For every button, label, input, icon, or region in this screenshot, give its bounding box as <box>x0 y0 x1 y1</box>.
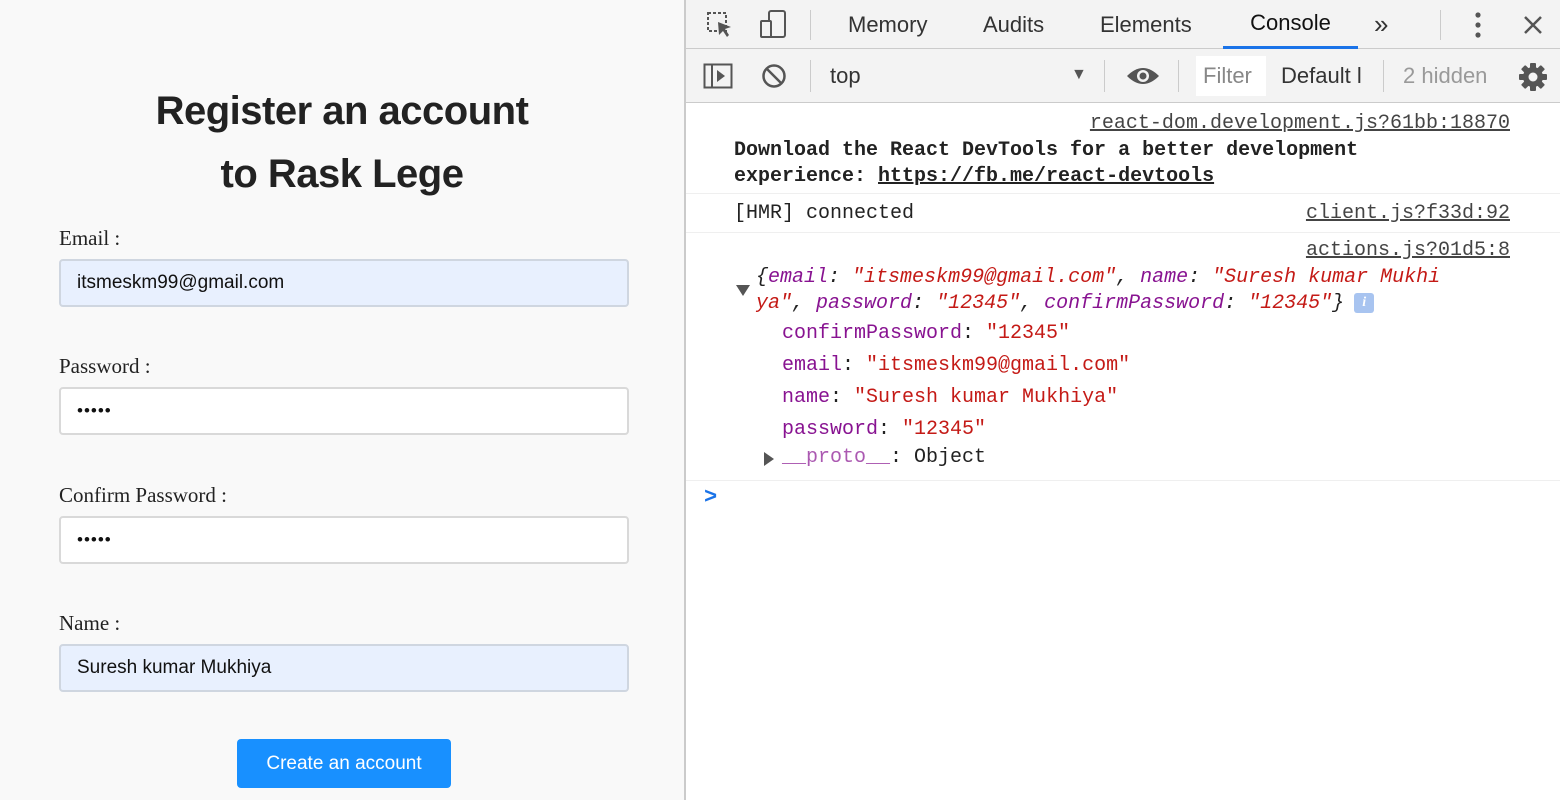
email-label: Email : <box>59 226 121 250</box>
info-icon[interactable]: i <box>1354 292 1375 313</box>
more-tabs-button[interactable]: » <box>1374 0 1388 49</box>
expand-triangle-icon[interactable] <box>764 452 774 466</box>
log-levels-dropdown[interactable]: Default l <box>1281 49 1362 103</box>
object-properties: confirmPassword: "12345" email: "itsmesk… <box>782 318 1130 446</box>
confirm-password-label: Confirm Password : <box>59 483 228 507</box>
message-text: [HMR] connected <box>734 202 915 225</box>
toolbar-separator <box>1104 60 1105 92</box>
property-row: email: "itsmeskm99@gmail.com" <box>782 354 1131 377</box>
console-sidebar-icon[interactable] <box>702 62 734 90</box>
console-message: actions.js?01d5:8 {email: "itsmeskm99@gm… <box>686 233 1560 481</box>
name-label: Name : <box>59 611 121 635</box>
property-row: confirmPassword: "12345" <box>782 322 1071 345</box>
context-selector[interactable]: top <box>830 49 861 103</box>
devtools-tab-bar: Memory Audits Elements Console » <box>686 0 1560 49</box>
console-message: [HMR] connected client.js?f33d:92 <box>686 194 1560 233</box>
device-toolbar-icon[interactable] <box>756 7 790 41</box>
dropdown-arrow-icon[interactable]: ▼ <box>1071 66 1087 84</box>
devtools-panel: Memory Audits Elements Console » top ▼ F… <box>684 0 1560 800</box>
hidden-messages-count: 2 hidden <box>1403 63 1488 88</box>
console-prompt[interactable]: > <box>686 481 1560 521</box>
toolbar-separator <box>810 60 811 92</box>
object-preview[interactable]: {email: "itsmeskm99@gmail.com", name: "S… <box>756 265 1440 317</box>
toolbar-separator <box>1383 60 1384 92</box>
registration-page: Register an account to Rask Lege Email :… <box>0 0 684 800</box>
tab-separator <box>1440 10 1441 40</box>
message-text: Download the React DevTools for a better… <box>734 139 1359 188</box>
proto-row[interactable]: __proto__: Object <box>782 446 986 469</box>
console-message: react-dom.development.js?61bb:18870 Down… <box>686 104 1560 194</box>
property-row: name: "Suresh kumar Mukhiya" <box>782 386 1119 409</box>
collapse-triangle-icon[interactable] <box>736 285 750 296</box>
filter-input[interactable]: Filter <box>1196 56 1266 96</box>
page-title: Register an account to Rask Lege <box>0 80 684 206</box>
tab-audits[interactable]: Audits <box>983 0 1044 49</box>
toolbar-separator <box>1178 60 1179 92</box>
tab-separator <box>810 10 811 40</box>
password-field[interactable]: ••••• <box>59 387 629 435</box>
confirm-password-field[interactable]: ••••• <box>59 516 629 564</box>
console-output: react-dom.development.js?61bb:18870 Down… <box>686 104 1560 521</box>
tab-memory[interactable]: Memory <box>848 0 927 49</box>
password-label: Password : <box>59 354 151 378</box>
source-link[interactable]: client.js?f33d:92 <box>1306 202 1510 225</box>
email-field[interactable]: itsmeskm99@gmail.com <box>59 259 629 307</box>
inspect-element-icon[interactable] <box>704 9 736 41</box>
name-field[interactable]: Suresh kumar Mukhiya <box>59 644 629 692</box>
gear-icon[interactable] <box>1516 60 1550 94</box>
close-icon[interactable] <box>1518 10 1548 40</box>
source-link[interactable]: react-dom.development.js?61bb:18870 <box>1090 112 1510 135</box>
property-row: password: "12345" <box>782 418 987 441</box>
eye-icon[interactable] <box>1126 62 1160 90</box>
tab-elements[interactable]: Elements <box>1100 0 1192 49</box>
create-account-button[interactable]: Create an account <box>237 739 451 788</box>
tab-console[interactable]: Console <box>1223 0 1358 49</box>
kebab-menu-icon[interactable] <box>1466 9 1490 41</box>
page-title-line-2: to Rask Lege <box>220 152 464 196</box>
prompt-chevron-icon: > <box>704 485 718 510</box>
page-title-line-1: Register an account <box>155 89 529 133</box>
devtools-link[interactable]: https://fb.me/react-devtools <box>878 165 1214 188</box>
source-link[interactable]: actions.js?01d5:8 <box>1306 239 1510 262</box>
clear-console-icon[interactable] <box>760 62 788 90</box>
